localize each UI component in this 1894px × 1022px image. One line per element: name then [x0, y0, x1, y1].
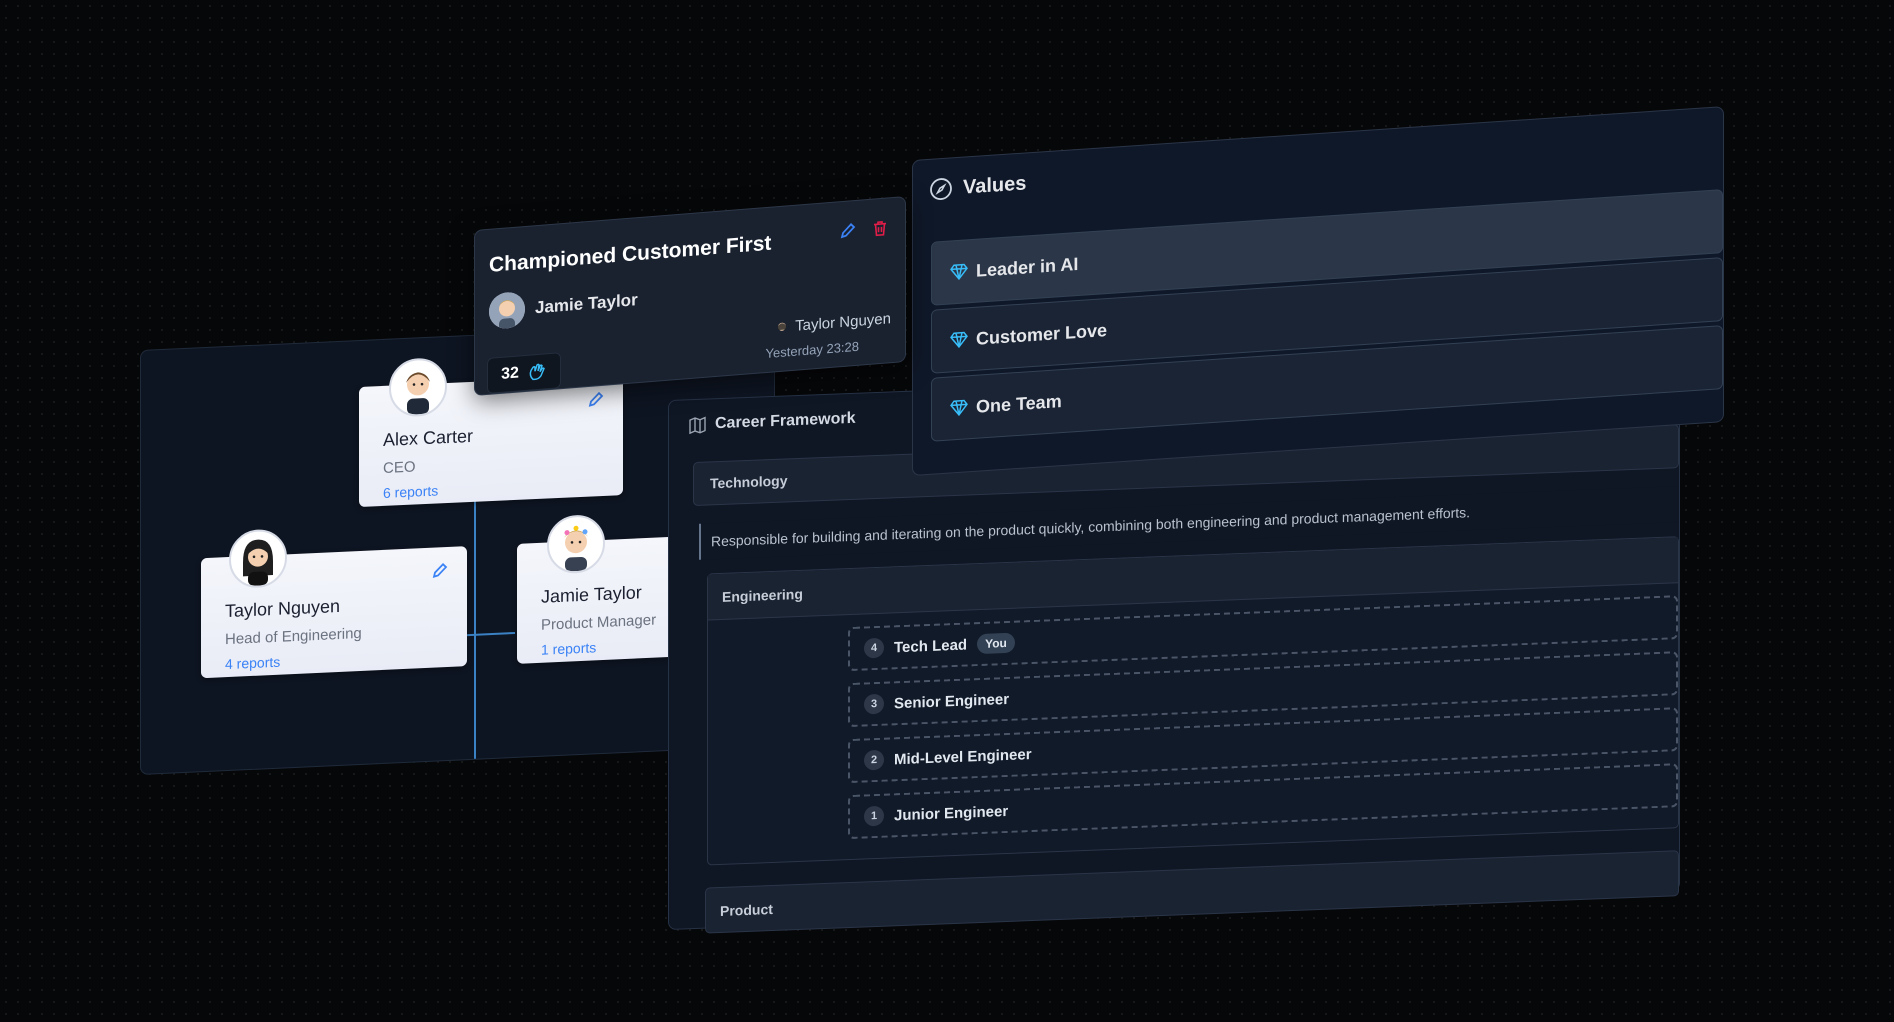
level-title: Junior Engineer: [894, 802, 1009, 824]
map-icon: [689, 416, 706, 434]
org-card-taylor-nguyen[interactable]: Taylor Nguyen Head of Engineering 4 repo…: [201, 528, 467, 679]
value-label: Customer Love: [976, 319, 1108, 349]
kudos-recipient: Jamie Taylor: [489, 282, 638, 330]
person-role: CEO: [383, 458, 416, 477]
clap-count: 32: [501, 364, 519, 383]
edit-pencil-icon[interactable]: [839, 221, 857, 240]
clapping-hands-icon: [529, 363, 545, 381]
level-number: 4: [864, 637, 884, 659]
person-name: Alex Carter: [383, 425, 474, 450]
clap-counter[interactable]: 32: [487, 352, 561, 394]
value-label: One Team: [976, 390, 1062, 417]
level-number: 2: [864, 749, 884, 771]
career-framework-header: Career Framework: [689, 410, 856, 434]
avatar: [489, 290, 525, 330]
diamond-icon: [950, 399, 968, 417]
level-number: 3: [864, 693, 884, 715]
edit-pencil-icon[interactable]: [431, 561, 449, 580]
engineering-group: Engineering 4 Tech Lead You 3 Senior Eng…: [707, 536, 1679, 866]
kudos-giver: Taylor Nguyen: [775, 310, 891, 336]
kudos-title: Championed Customer First: [489, 231, 772, 277]
values-panel: Values Leader in AI Customer Love One Te…: [912, 106, 1724, 476]
reports-link[interactable]: 6 reports: [383, 475, 601, 501]
reports-link[interactable]: 4 reports: [225, 646, 445, 673]
org-card-alex-carter[interactable]: Alex Carter CEO 6 reports: [359, 357, 623, 508]
level-number: 1: [864, 805, 884, 827]
value-label: Leader in AI: [976, 253, 1079, 281]
giver-name: Taylor Nguyen: [795, 310, 891, 335]
career-framework-title: Career Framework: [715, 409, 856, 433]
showcase-scene: ^6 Alex Carter CEO 6 reports: [0, 0, 1894, 1022]
avatar: [229, 528, 287, 589]
trash-icon[interactable]: [871, 218, 889, 237]
connector-line: [474, 489, 476, 761]
avatar: [778, 322, 787, 331]
avatar: [389, 357, 447, 418]
compass-icon: [930, 178, 952, 200]
person-name: Taylor Nguyen: [225, 595, 341, 622]
diamond-icon: [950, 331, 968, 349]
level-title: Mid-Level Engineer: [894, 745, 1032, 768]
you-badge: You: [977, 632, 1015, 655]
product-group-header[interactable]: Product: [705, 850, 1679, 934]
values-title: Values: [963, 171, 1027, 199]
values-header: Values: [929, 171, 1026, 201]
kudos-timestamp: Yesterday 23:28: [765, 338, 859, 362]
canvas-background: ^6 Alex Carter CEO 6 reports: [0, 0, 1894, 1022]
edit-pencil-icon[interactable]: [587, 390, 605, 409]
recipient-name: Jamie Taylor: [535, 290, 638, 318]
kudos-card[interactable]: Championed Customer First Jamie Taylor 3…: [474, 196, 906, 396]
person-role: Head of Engineering: [225, 624, 362, 649]
level-title: Senior Engineer: [894, 690, 1010, 712]
level-title: Tech Lead: [894, 636, 968, 656]
diamond-icon: [950, 263, 968, 281]
avatar: [547, 513, 605, 575]
